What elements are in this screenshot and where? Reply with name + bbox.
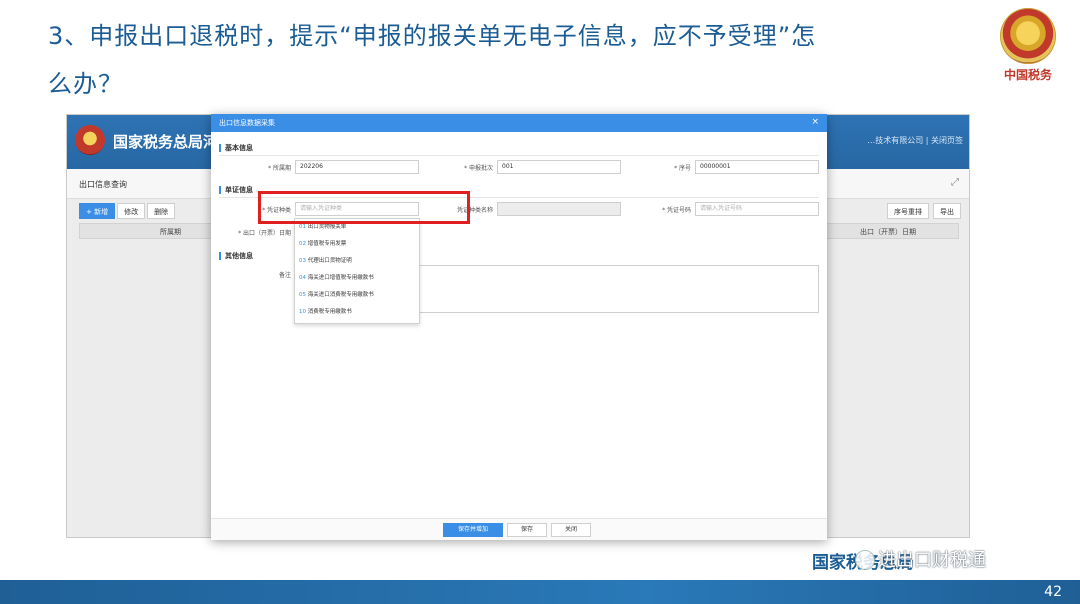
dropdown-option[interactable]: 05 海关进口消费税专用缴款书 [299, 290, 374, 298]
voucher-type-dropdown: 01 出口货物报关单 02 增值税专用发票 03 代理出口货物证明 04 海关进… [294, 218, 420, 324]
option-code: 10 [299, 309, 306, 315]
option-text: 出口货物报关单 [307, 224, 347, 230]
seq-label: * 序号 [674, 165, 691, 172]
dropdown-option[interactable]: 02 增值税专用发票 [299, 239, 346, 247]
section-basic-info: 基本信息 [219, 144, 253, 152]
save-and-add-button[interactable]: 保存并增加 [443, 523, 503, 537]
highlight-box [258, 191, 470, 224]
option-text: 增值税专用发票 [307, 241, 347, 247]
export-button[interactable]: 导出 [933, 203, 961, 219]
expand-icon[interactable]: ⤢ [951, 177, 959, 188]
wechat-icon [855, 550, 875, 570]
app-logo-icon [75, 125, 105, 155]
dropdown-option[interactable]: 10 消费税专用缴款书 [299, 307, 352, 315]
section-other-info: 其他信息 [219, 252, 253, 260]
app-title: 国家税务总局河 [113, 133, 219, 151]
batch-input[interactable]: 001 [497, 160, 621, 174]
toolbar-right: 序号重排 导出 [887, 203, 961, 219]
period-label: * 所属期 [268, 165, 291, 172]
option-code: 04 [299, 275, 306, 281]
section-voucher-info: 单证信息 [219, 186, 253, 194]
toolbar: + 新增 修改 删除 [79, 203, 176, 219]
edit-button[interactable]: 修改 [117, 203, 146, 219]
seq-input[interactable]: 00000001 [695, 160, 819, 174]
grid-header-export-date: 出口（开票）日期 [860, 228, 916, 236]
option-text: 消费税专用缴款书 [307, 309, 352, 315]
tax-emblem-icon [1000, 8, 1056, 64]
option-code: 05 [299, 292, 306, 298]
brand-text: 中国税务 [1003, 68, 1052, 82]
batch-label: * 申报批次 [464, 165, 493, 172]
bottom-bar: 42 [0, 580, 1080, 604]
add-button[interactable]: + 新增 [79, 203, 116, 219]
dropdown-option[interactable]: 03 代理出口货物证明 [299, 256, 352, 264]
delete-button[interactable]: 删除 [147, 203, 176, 219]
save-button[interactable]: 保存 [507, 523, 547, 537]
slide: 3、申报出口退税时，提示“申报的报关单无电子信息，应不予受理”怎 么办？ 中国税… [0, 0, 1080, 604]
reorder-button[interactable]: 序号重排 [887, 203, 929, 219]
grid-header-period: 所属期 [160, 228, 181, 236]
subbar-title: 出口信息查询 [79, 180, 127, 189]
voucher-no-label: * 凭证号码 [662, 207, 691, 214]
export-info-modal: 出口信息数据采集 × 基本信息 * 所属期 202206 * 申报批次 001 … [211, 114, 827, 540]
modal-title: 出口信息数据采集 [219, 119, 275, 127]
remark-label: 备注 [278, 272, 291, 279]
option-text: 海关进口增值税专用缴款书 [307, 275, 374, 281]
voucher-no-input[interactable]: 请输入凭证号码 [695, 202, 819, 216]
header-right-links[interactable]: …技术有限公司 | 关闭页签 [867, 135, 963, 146]
watermark: 进出口财税通 [878, 550, 986, 571]
export-date-label: * 出口（开票）日期 [238, 230, 291, 237]
dropdown-option[interactable]: 04 海关进口增值税专用缴款书 [299, 273, 374, 281]
modal-footer: 保存并增加 保存 关闭 [211, 518, 827, 540]
option-text: 海关进口消费税专用缴款书 [307, 292, 374, 298]
option-code: 02 [299, 241, 306, 247]
period-input[interactable]: 202206 [295, 160, 419, 174]
slide-title-line2: 么办？ [48, 70, 123, 98]
close-button[interactable]: 关闭 [551, 523, 591, 537]
voucher-no-placeholder: 请输入凭证号码 [700, 205, 743, 212]
voucher-name-input [497, 202, 621, 216]
page-number: 42 [1044, 584, 1062, 600]
close-icon[interactable]: × [811, 117, 819, 127]
option-text: 代理出口货物证明 [307, 258, 352, 264]
option-code: 01 [299, 224, 306, 230]
option-code: 03 [299, 258, 306, 264]
slide-title-line1: 3、申报出口退税时，提示“申报的报关单无电子信息，应不予受理”怎 [48, 22, 817, 50]
divider [219, 155, 819, 156]
modal-header: 出口信息数据采集 × [211, 114, 827, 132]
